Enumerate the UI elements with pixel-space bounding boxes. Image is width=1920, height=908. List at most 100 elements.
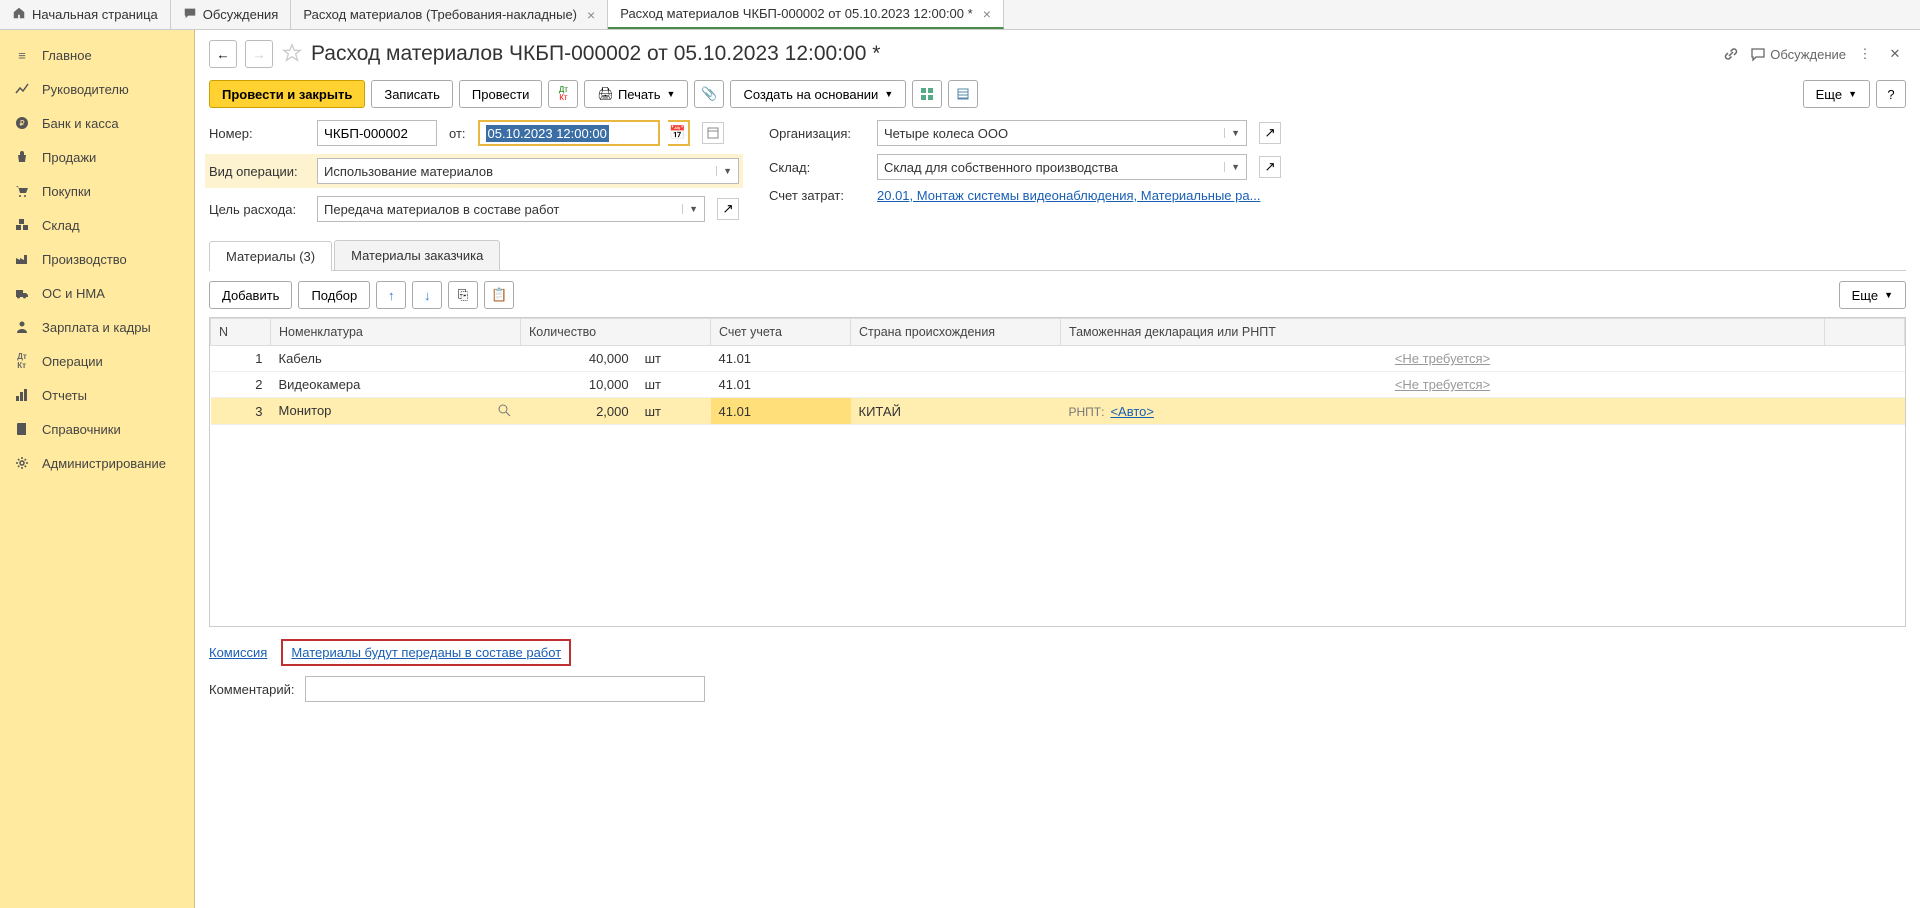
number-input[interactable] xyxy=(317,120,437,146)
cost-link[interactable]: 20.01, Монтаж системы видеонаблюдения, М… xyxy=(877,188,1260,203)
chart-icon xyxy=(14,81,30,97)
gear-icon xyxy=(14,455,30,471)
open-org-button[interactable]: ↗ xyxy=(1259,122,1281,144)
forward-button[interactable]: → xyxy=(245,40,273,68)
sidebar-item-warehouse[interactable]: Склад xyxy=(0,208,194,242)
transfer-note-link[interactable]: Материалы будут переданы в составе работ xyxy=(291,645,561,660)
tab-material-expense-doc[interactable]: Расход материалов ЧКБП-000002 от 05.10.2… xyxy=(608,0,1004,29)
wh-select[interactable]: Склад для собственного производства▼ xyxy=(877,154,1247,180)
cell-country xyxy=(851,346,1061,372)
table-row[interactable]: 2Видеокамера10,000шт41.01<Не требуется> xyxy=(211,372,1905,398)
tab-discussions[interactable]: Обсуждения xyxy=(171,0,292,29)
open-wh-button[interactable]: ↗ xyxy=(1259,156,1281,178)
table-toolbar: Добавить Подбор ↑ ↓ ⎘ 📋 Еще▼ xyxy=(209,281,1906,309)
post-close-button[interactable]: Провести и закрыть xyxy=(209,80,365,108)
cell-country xyxy=(851,372,1061,398)
inner-tabs: Материалы (3) Материалы заказчика xyxy=(209,240,1906,271)
sidebar-item-operations[interactable]: ДтКтОперации xyxy=(0,344,194,378)
paste-icon: 📋 xyxy=(491,287,507,303)
cell-nom: Кабель xyxy=(271,346,521,372)
tab-customer-materials[interactable]: Материалы заказчика xyxy=(334,240,500,270)
sidebar-item-purchases[interactable]: Покупки xyxy=(0,174,194,208)
table-row[interactable]: 1Кабель40,000шт41.01<Не требуется> xyxy=(211,346,1905,372)
cell-decl: РНПТ:<Авто> xyxy=(1061,398,1825,425)
help-button[interactable]: ? xyxy=(1876,80,1906,108)
sidebar-item-manager[interactable]: Руководителю xyxy=(0,72,194,106)
sidebar-item-main[interactable]: ≡Главное xyxy=(0,38,194,72)
create-based-button[interactable]: Создать на основании▼ xyxy=(730,80,906,108)
cell-qty: 40,000 xyxy=(521,346,637,372)
op-type-select[interactable]: Использование материалов▼ xyxy=(317,158,739,184)
cell-unit: шт xyxy=(637,398,711,425)
sidebar-item-production[interactable]: Производство xyxy=(0,242,194,276)
table-row[interactable]: 3Монитор2,000шт41.01КИТАЙРНПТ:<Авто> xyxy=(211,398,1905,425)
attach-button[interactable]: 📎 xyxy=(694,80,724,108)
link-icon[interactable] xyxy=(1720,43,1742,65)
pick-button[interactable]: Подбор xyxy=(298,281,370,309)
col-country[interactable]: Страна происхождения xyxy=(851,319,1061,346)
cell-nom: Видеокамера xyxy=(271,372,521,398)
transfer-note-box: Материалы будут переданы в составе работ xyxy=(281,639,571,666)
number-label: Номер: xyxy=(209,126,309,141)
purpose-label: Цель расхода: xyxy=(209,202,309,217)
chevron-down-icon: ▼ xyxy=(682,204,698,214)
col-decl[interactable]: Таможенная декларация или РНПТ xyxy=(1061,319,1825,346)
dtkt-icon: ДтКт xyxy=(14,353,30,369)
main-content: ← → Расход материалов ЧКБП-000002 от 05.… xyxy=(195,30,1920,908)
close-icon[interactable]: × xyxy=(983,6,991,22)
sidebar-item-references[interactable]: Справочники xyxy=(0,412,194,446)
sidebar-item-reports[interactable]: Отчеты xyxy=(0,378,194,412)
open-purpose-button[interactable]: ↗ xyxy=(717,198,739,220)
tab-material-expense-list[interactable]: Расход материалов (Требования-накладные)… xyxy=(291,0,608,29)
col-nom[interactable]: Номенклатура xyxy=(271,319,521,346)
date-input[interactable]: 05.10.2023 12:00:00 xyxy=(478,120,660,146)
more-button[interactable]: Еще▼ xyxy=(1803,80,1870,108)
bag-icon xyxy=(14,149,30,165)
write-button[interactable]: Записать xyxy=(371,80,453,108)
kebab-icon[interactable]: ⋮ xyxy=(1854,43,1876,65)
post-button[interactable]: Провести xyxy=(459,80,543,108)
col-acct[interactable]: Счет учета xyxy=(711,319,851,346)
posted-indicator[interactable] xyxy=(702,122,724,144)
dtkt-button[interactable]: ДтКт xyxy=(548,80,578,108)
wh-label: Склад: xyxy=(769,160,869,175)
sidebar-item-hr[interactable]: Зарплата и кадры xyxy=(0,310,194,344)
col-qty[interactable]: Количество xyxy=(521,319,711,346)
sidebar-item-sales[interactable]: Продажи xyxy=(0,140,194,174)
close-icon[interactable]: ✕ xyxy=(1884,43,1906,65)
cell-nom: Монитор xyxy=(271,398,521,425)
factory-icon xyxy=(14,251,30,267)
list-button[interactable] xyxy=(948,80,978,108)
cell-unit: шт xyxy=(637,346,711,372)
calendar-button[interactable]: 📅 xyxy=(668,120,690,146)
person-icon xyxy=(14,319,30,335)
commission-link[interactable]: Комиссия xyxy=(209,645,267,660)
table-more-button[interactable]: Еще▼ xyxy=(1839,281,1906,309)
comment-input[interactable] xyxy=(305,676,705,702)
paste-button[interactable]: 📋 xyxy=(484,281,514,309)
discuss-icon[interactable]: Обсуждение xyxy=(1750,43,1846,65)
cell-qty: 2,000 xyxy=(521,398,637,425)
sidebar-item-bank[interactable]: ₽Банк и касса xyxy=(0,106,194,140)
book-icon xyxy=(14,421,30,437)
tab-home[interactable]: Начальная страница xyxy=(0,0,171,29)
copy-button[interactable]: ⎘ xyxy=(448,281,478,309)
print-button[interactable]: 🖨Печать▼ xyxy=(584,80,688,108)
col-n[interactable]: N xyxy=(211,319,271,346)
star-icon[interactable] xyxy=(281,42,303,67)
chat-icon xyxy=(183,6,197,23)
report-button[interactable] xyxy=(912,80,942,108)
cell-acct: 41.01 xyxy=(711,372,851,398)
tab-materials[interactable]: Материалы (3) xyxy=(209,241,332,271)
materials-table: N Номенклатура Количество Счет учета Стр… xyxy=(209,317,1906,627)
close-icon[interactable]: × xyxy=(587,7,595,23)
move-up-button[interactable]: ↑ xyxy=(376,281,406,309)
cell-n: 1 xyxy=(211,346,271,372)
add-button[interactable]: Добавить xyxy=(209,281,292,309)
sidebar-item-assets[interactable]: ОС и НМА xyxy=(0,276,194,310)
back-button[interactable]: ← xyxy=(209,40,237,68)
sidebar-item-admin[interactable]: Администрирование xyxy=(0,446,194,480)
org-select[interactable]: Четыре колеса ООО▼ xyxy=(877,120,1247,146)
purpose-select[interactable]: Передача материалов в составе работ▼ xyxy=(317,196,705,222)
move-down-button[interactable]: ↓ xyxy=(412,281,442,309)
